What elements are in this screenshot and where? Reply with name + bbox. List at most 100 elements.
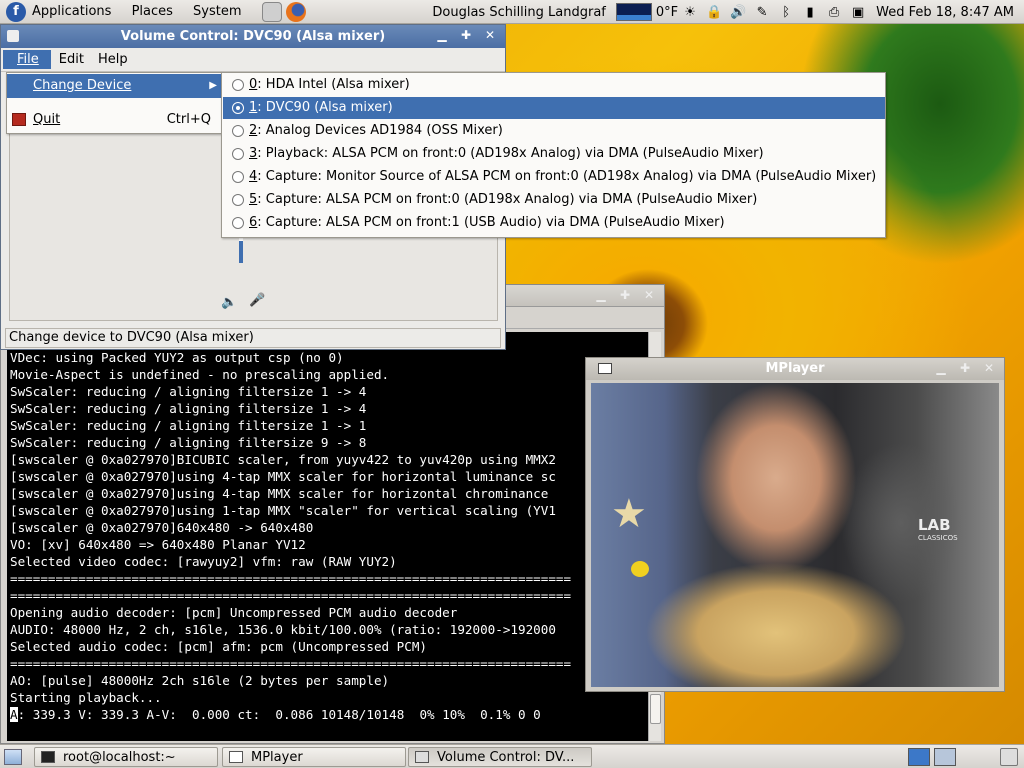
- user-name[interactable]: Douglas Schilling Landgraf: [432, 5, 606, 20]
- terminal-line: ========================================…: [10, 588, 572, 603]
- volume-menubar: File Edit Help: [1, 48, 505, 72]
- window-icon: [229, 751, 243, 763]
- minimize-icon[interactable]: ▁: [592, 287, 610, 304]
- taskbar-item-label: root@localhost:~: [63, 749, 176, 765]
- microphone-icon[interactable]: 🎤: [249, 293, 265, 308]
- network-launcher-icon[interactable]: [261, 1, 282, 22]
- volume-window-buttons: ▁ ✚ ✕: [427, 27, 499, 44]
- terminal-line: SwScaler: reducing / aligning filtersize…: [10, 418, 367, 433]
- terminal-line: [swscaler @ 0xa027970]using 1-tap MMX "s…: [10, 503, 556, 518]
- maximize-icon[interactable]: ✚: [457, 27, 475, 44]
- terminal-line: Movie-Aspect is undefined - no prescalin…: [10, 367, 390, 382]
- rubber-duck-decoration: [631, 561, 649, 577]
- terminal-line: AUDIO: 48000 Hz, 2 ch, s16le, 1536.0 kbi…: [10, 622, 556, 637]
- terminal-status-text: : 339.3 V: 339.3 A-V: 0.000 ct: 0.086 10…: [17, 707, 541, 722]
- quit-label: Quit: [33, 112, 61, 127]
- speaker-icon[interactable]: 🔈: [221, 295, 237, 310]
- show-desktop-icon[interactable]: [4, 749, 22, 765]
- device-menu-item[interactable]: 4: Capture: Monitor Source of ALSA PCM o…: [223, 166, 885, 188]
- fedora-icon[interactable]: f: [6, 1, 26, 22]
- terminal-line: ========================================…: [10, 571, 572, 586]
- panel-menus: Applications Places System: [32, 4, 258, 19]
- taskbar-item-volume-control[interactable]: Volume Control: DV...: [408, 747, 592, 767]
- taskbar-item-mplayer[interactable]: MPlayer: [222, 747, 406, 767]
- device-menu-item[interactable]: 3: Playback: ALSA PCM on front:0 (AD198x…: [223, 143, 885, 165]
- taskbar-item-label: MPlayer: [251, 749, 303, 765]
- device-menu-item[interactable]: 0: HDA Intel (Alsa mixer): [223, 74, 885, 96]
- submenu-arrow-icon: ▶: [209, 80, 217, 91]
- terminal-line: [swscaler @ 0xa027970]using 4-tap MMX sc…: [10, 469, 556, 484]
- close-icon[interactable]: ✕: [980, 360, 998, 377]
- bluetooth-icon[interactable]: ᛒ: [777, 3, 795, 21]
- firefox-icon[interactable]: [285, 1, 306, 22]
- scrollbar-thumb[interactable]: [650, 694, 661, 724]
- sun-icon[interactable]: ☀: [681, 3, 699, 21]
- terminal-line: SwScaler: reducing / aligning filtersize…: [10, 384, 367, 399]
- radio-icon: [232, 79, 244, 91]
- terminal-line: VO: [xv] 640x480 => 640x480 Planar YV12: [10, 537, 306, 552]
- volume-slider-fill: [239, 241, 243, 263]
- trash-icon[interactable]: [1000, 748, 1018, 766]
- edit-menu[interactable]: Edit: [53, 50, 90, 69]
- volume-icon[interactable]: 🔊: [729, 3, 747, 21]
- system-monitor-graph[interactable]: [615, 3, 652, 21]
- battery-icon[interactable]: ▮: [801, 3, 819, 21]
- minimize-icon[interactable]: ▁: [433, 27, 451, 44]
- applications-menu[interactable]: Applications: [32, 4, 111, 19]
- minimize-icon[interactable]: ▁: [932, 360, 950, 377]
- radio-icon: [232, 148, 244, 160]
- quit-icon: [12, 113, 26, 126]
- device-label: : DVC90 (Alsa mixer): [257, 100, 393, 115]
- taskbar-item-label: Volume Control: DV...: [437, 749, 575, 765]
- status-bar: Change device to DVC90 (Alsa mixer): [5, 328, 501, 348]
- change-device-submenu: 0: HDA Intel (Alsa mixer) 1: DVC90 (Alsa …: [221, 72, 886, 238]
- network-disconnected-icon[interactable]: ▣: [849, 3, 867, 21]
- terminal-line: Selected video codec: [rawyuy2] vfm: raw…: [10, 554, 397, 569]
- terminal-status-line: A: 339.3 V: 339.3 A-V: 0.000 ct: 0.086 1…: [10, 706, 650, 723]
- close-icon[interactable]: ✕: [481, 27, 499, 44]
- device-menu-item[interactable]: 1: DVC90 (Alsa mixer): [223, 97, 885, 119]
- clock[interactable]: Wed Feb 18, 8:47 AM: [876, 5, 1014, 20]
- file-menu[interactable]: File: [3, 50, 51, 69]
- terminal-line: ========================================…: [10, 656, 572, 671]
- weather-temperature[interactable]: 0°F: [656, 5, 678, 20]
- device-menu-item[interactable]: 2: Analog Devices AD1984 (OSS Mixer): [223, 120, 885, 142]
- help-menu[interactable]: Help: [92, 50, 134, 69]
- system-tray: Douglas Schilling Landgraf 0°F ☀ 🔒 🔊 ✎ ᛒ…: [432, 0, 1024, 24]
- mplayer-window-buttons: ▁ ✚ ✕: [926, 360, 998, 377]
- maximize-icon[interactable]: ✚: [616, 287, 634, 304]
- device-label: : Capture: ALSA PCM on front:0 (AD198x A…: [257, 192, 758, 207]
- maximize-icon[interactable]: ✚: [956, 360, 974, 377]
- workspace-switcher: [904, 748, 956, 766]
- terminal-line: Selected audio codec: [pcm] afm: pcm (Un…: [10, 639, 428, 654]
- mplayer-titlebar[interactable]: MPlayer ▁ ✚ ✕: [586, 358, 1004, 380]
- terminal-output[interactable]: Opening video filter: [scale]VDec: using…: [7, 332, 650, 741]
- printer-icon[interactable]: ⎙: [825, 3, 843, 21]
- radio-icon: [232, 194, 244, 206]
- places-menu[interactable]: Places: [132, 4, 173, 19]
- terminal-line: SwScaler: reducing / aligning filtersize…: [10, 401, 367, 416]
- volume-control-icon: [415, 751, 429, 763]
- notes-icon[interactable]: ✎: [753, 3, 771, 21]
- lock-icon[interactable]: 🔒: [705, 3, 723, 21]
- window-title: Volume Control: DVC90 (Alsa mixer): [120, 29, 386, 44]
- video-frame[interactable]: ★ LAB CLASSICOS: [591, 383, 999, 687]
- taskbar-item-terminal[interactable]: root@localhost:~: [34, 747, 218, 767]
- bottom-panel: root@localhost:~ MPlayer Volume Control:…: [0, 744, 1024, 768]
- device-menu-item[interactable]: 5: Capture: ALSA PCM on front:0 (AD198x …: [223, 189, 885, 211]
- change-device-label: Change Device: [33, 78, 132, 93]
- close-icon[interactable]: ✕: [640, 287, 658, 304]
- change-device-menu-item[interactable]: Change Device ▶: [7, 74, 221, 98]
- workspace-2[interactable]: [934, 748, 956, 766]
- system-menu[interactable]: System: [193, 4, 241, 19]
- device-menu-item[interactable]: 6: Capture: ALSA PCM on front:1 (USB Aud…: [223, 212, 885, 234]
- terminal-cursor: A: [10, 707, 18, 722]
- volume-control-titlebar[interactable]: Volume Control: DVC90 (Alsa mixer) ▁ ✚ ✕: [1, 25, 505, 48]
- device-label: : Playback: ALSA PCM on front:0 (AD198x …: [257, 146, 764, 161]
- mplayer-app-icon[interactable]: [598, 363, 612, 374]
- file-menu-label: File: [17, 52, 39, 67]
- volume-app-icon[interactable]: [7, 30, 19, 42]
- workspace-1[interactable]: [908, 748, 930, 766]
- radio-icon: [232, 171, 244, 183]
- quit-menu-item[interactable]: Quit Ctrl+Q: [7, 108, 221, 132]
